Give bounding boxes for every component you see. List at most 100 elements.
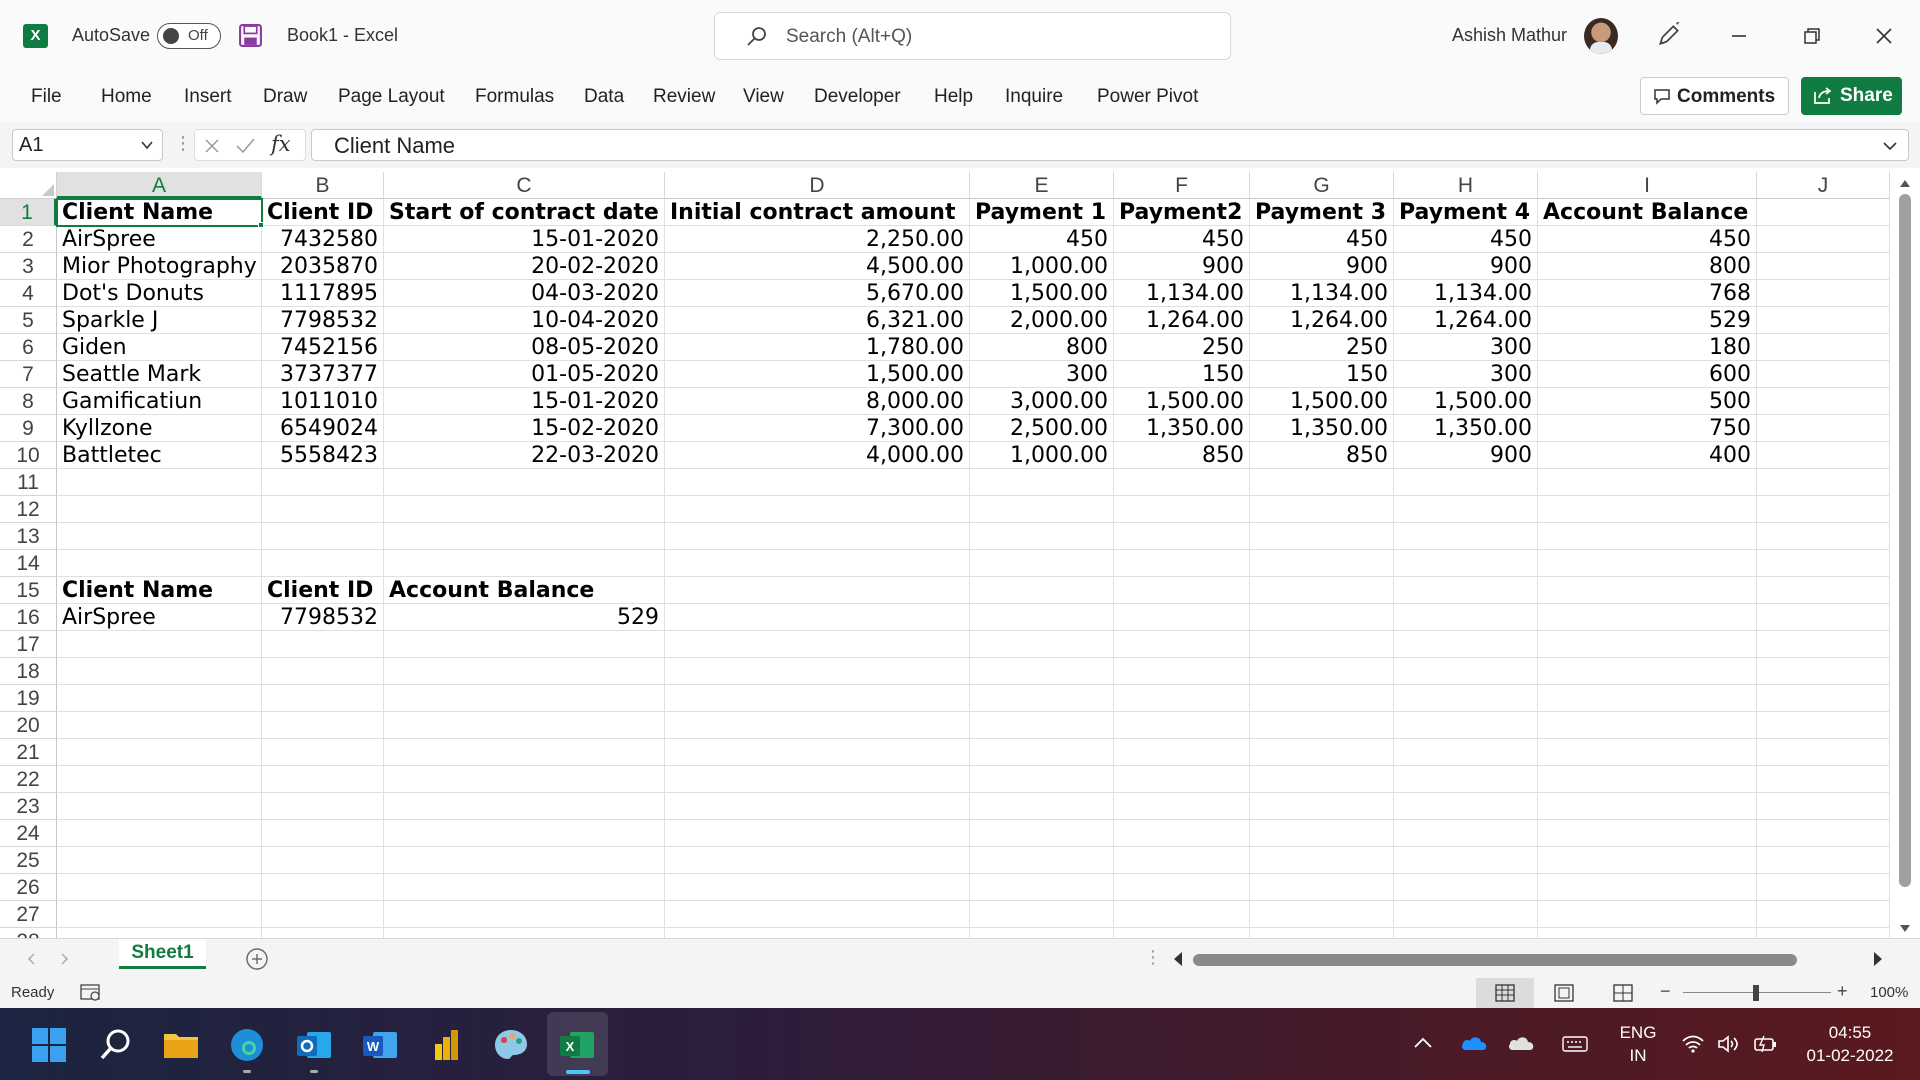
cell-e27[interactable] bbox=[970, 901, 1114, 928]
cell-j13[interactable] bbox=[1757, 523, 1890, 550]
cell-e28[interactable] bbox=[970, 928, 1114, 938]
column-header-f[interactable]: F bbox=[1114, 172, 1250, 199]
cell-g28[interactable] bbox=[1250, 928, 1394, 938]
cell-j9[interactable] bbox=[1757, 415, 1890, 442]
cell-g16[interactable] bbox=[1250, 604, 1394, 631]
cell-b23[interactable] bbox=[262, 793, 384, 820]
cell-a4[interactable]: Dot's Donuts bbox=[57, 280, 262, 307]
cell-d22[interactable] bbox=[665, 766, 970, 793]
row-header-12[interactable]: 12 bbox=[0, 496, 57, 523]
cell-e21[interactable] bbox=[970, 739, 1114, 766]
cell-i14[interactable] bbox=[1538, 550, 1757, 577]
cell-a8[interactable]: Gamificatiun bbox=[57, 388, 262, 415]
cell-d25[interactable] bbox=[665, 847, 970, 874]
onedrive-business-icon[interactable] bbox=[1460, 1034, 1488, 1052]
cell-a25[interactable] bbox=[57, 847, 262, 874]
cell-h20[interactable] bbox=[1394, 712, 1538, 739]
cell-e11[interactable] bbox=[970, 469, 1114, 496]
cell-b4[interactable]: 1117895 bbox=[262, 280, 384, 307]
cell-a22[interactable] bbox=[57, 766, 262, 793]
cell-h5[interactable]: 1,264.00 bbox=[1394, 307, 1538, 334]
autosave-toggle[interactable]: Off bbox=[157, 23, 221, 49]
cell-c16[interactable]: 529 bbox=[384, 604, 665, 631]
cell-g8[interactable]: 1,500.00 bbox=[1250, 388, 1394, 415]
cell-b10[interactable]: 5558423 bbox=[262, 442, 384, 469]
cell-b24[interactable] bbox=[262, 820, 384, 847]
cell-j5[interactable] bbox=[1757, 307, 1890, 334]
cell-d26[interactable] bbox=[665, 874, 970, 901]
cell-e13[interactable] bbox=[970, 523, 1114, 550]
cell-g3[interactable]: 900 bbox=[1250, 253, 1394, 280]
cell-f21[interactable] bbox=[1114, 739, 1250, 766]
insert-function-button[interactable]: fx bbox=[271, 132, 291, 156]
scroll-right-icon[interactable] bbox=[1872, 950, 1884, 968]
cell-j21[interactable] bbox=[1757, 739, 1890, 766]
zoom-in-button[interactable]: + bbox=[1837, 981, 1848, 1002]
cell-a15[interactable]: Client Name bbox=[57, 577, 262, 604]
cell-i4[interactable]: 768 bbox=[1538, 280, 1757, 307]
user-name[interactable]: Ashish Mathur bbox=[1452, 25, 1567, 46]
cell-c24[interactable] bbox=[384, 820, 665, 847]
cell-f14[interactable] bbox=[1114, 550, 1250, 577]
cell-d11[interactable] bbox=[665, 469, 970, 496]
cell-e18[interactable] bbox=[970, 658, 1114, 685]
tab-help[interactable]: Help bbox=[934, 86, 973, 108]
column-header-h[interactable]: H bbox=[1394, 172, 1538, 199]
cell-j7[interactable] bbox=[1757, 361, 1890, 388]
cell-b6[interactable]: 7452156 bbox=[262, 334, 384, 361]
cell-h12[interactable] bbox=[1394, 496, 1538, 523]
cell-d28[interactable] bbox=[665, 928, 970, 938]
row-header-11[interactable]: 11 bbox=[0, 469, 57, 496]
cell-b5[interactable]: 7798532 bbox=[262, 307, 384, 334]
enter-check-icon[interactable] bbox=[234, 136, 256, 156]
cell-a18[interactable] bbox=[57, 658, 262, 685]
cell-h28[interactable] bbox=[1394, 928, 1538, 938]
add-sheet-icon[interactable] bbox=[245, 947, 269, 971]
row-header-21[interactable]: 21 bbox=[0, 739, 57, 766]
cell-g10[interactable]: 850 bbox=[1250, 442, 1394, 469]
cell-a17[interactable] bbox=[57, 631, 262, 658]
cell-h6[interactable]: 300 bbox=[1394, 334, 1538, 361]
comments-button[interactable]: Comments bbox=[1640, 77, 1789, 115]
cell-a24[interactable] bbox=[57, 820, 262, 847]
row-header-22[interactable]: 22 bbox=[0, 766, 57, 793]
cell-h25[interactable] bbox=[1394, 847, 1538, 874]
cell-a3[interactable]: Mior Photography bbox=[57, 253, 262, 280]
cell-i27[interactable] bbox=[1538, 901, 1757, 928]
chevron-down-icon[interactable] bbox=[140, 138, 154, 152]
cell-b7[interactable]: 3737377 bbox=[262, 361, 384, 388]
cell-g25[interactable] bbox=[1250, 847, 1394, 874]
cell-d17[interactable] bbox=[665, 631, 970, 658]
cell-c14[interactable] bbox=[384, 550, 665, 577]
battery-icon[interactable] bbox=[1752, 1034, 1778, 1054]
tab-file[interactable]: File bbox=[31, 86, 62, 108]
next-sheet-icon[interactable] bbox=[60, 952, 70, 966]
cell-c25[interactable] bbox=[384, 847, 665, 874]
cell-j15[interactable] bbox=[1757, 577, 1890, 604]
tab-home[interactable]: Home bbox=[101, 86, 152, 108]
edge-icon[interactable] bbox=[228, 1026, 266, 1064]
volume-icon[interactable] bbox=[1716, 1034, 1740, 1054]
cell-d10[interactable]: 4,000.00 bbox=[665, 442, 970, 469]
column-header-g[interactable]: G bbox=[1250, 172, 1394, 199]
cell-e9[interactable]: 2,500.00 bbox=[970, 415, 1114, 442]
cell-f7[interactable]: 150 bbox=[1114, 361, 1250, 388]
cell-i21[interactable] bbox=[1538, 739, 1757, 766]
cell-f17[interactable] bbox=[1114, 631, 1250, 658]
cell-h10[interactable]: 900 bbox=[1394, 442, 1538, 469]
cell-b22[interactable] bbox=[262, 766, 384, 793]
cell-i5[interactable]: 529 bbox=[1538, 307, 1757, 334]
cell-g7[interactable]: 150 bbox=[1250, 361, 1394, 388]
cell-b27[interactable] bbox=[262, 901, 384, 928]
cell-j25[interactable] bbox=[1757, 847, 1890, 874]
cell-f13[interactable] bbox=[1114, 523, 1250, 550]
tab-review[interactable]: Review bbox=[653, 86, 715, 108]
cell-b11[interactable] bbox=[262, 469, 384, 496]
language-bottom[interactable]: IN bbox=[1617, 1046, 1659, 1066]
row-header-15[interactable]: 15 bbox=[0, 577, 57, 604]
file-explorer-icon[interactable] bbox=[162, 1026, 200, 1064]
cell-b2[interactable]: 7432580 bbox=[262, 226, 384, 253]
touch-keyboard-icon[interactable] bbox=[1562, 1035, 1588, 1053]
cell-g1[interactable]: Payment 3 bbox=[1250, 199, 1394, 226]
row-header-24[interactable]: 24 bbox=[0, 820, 57, 847]
